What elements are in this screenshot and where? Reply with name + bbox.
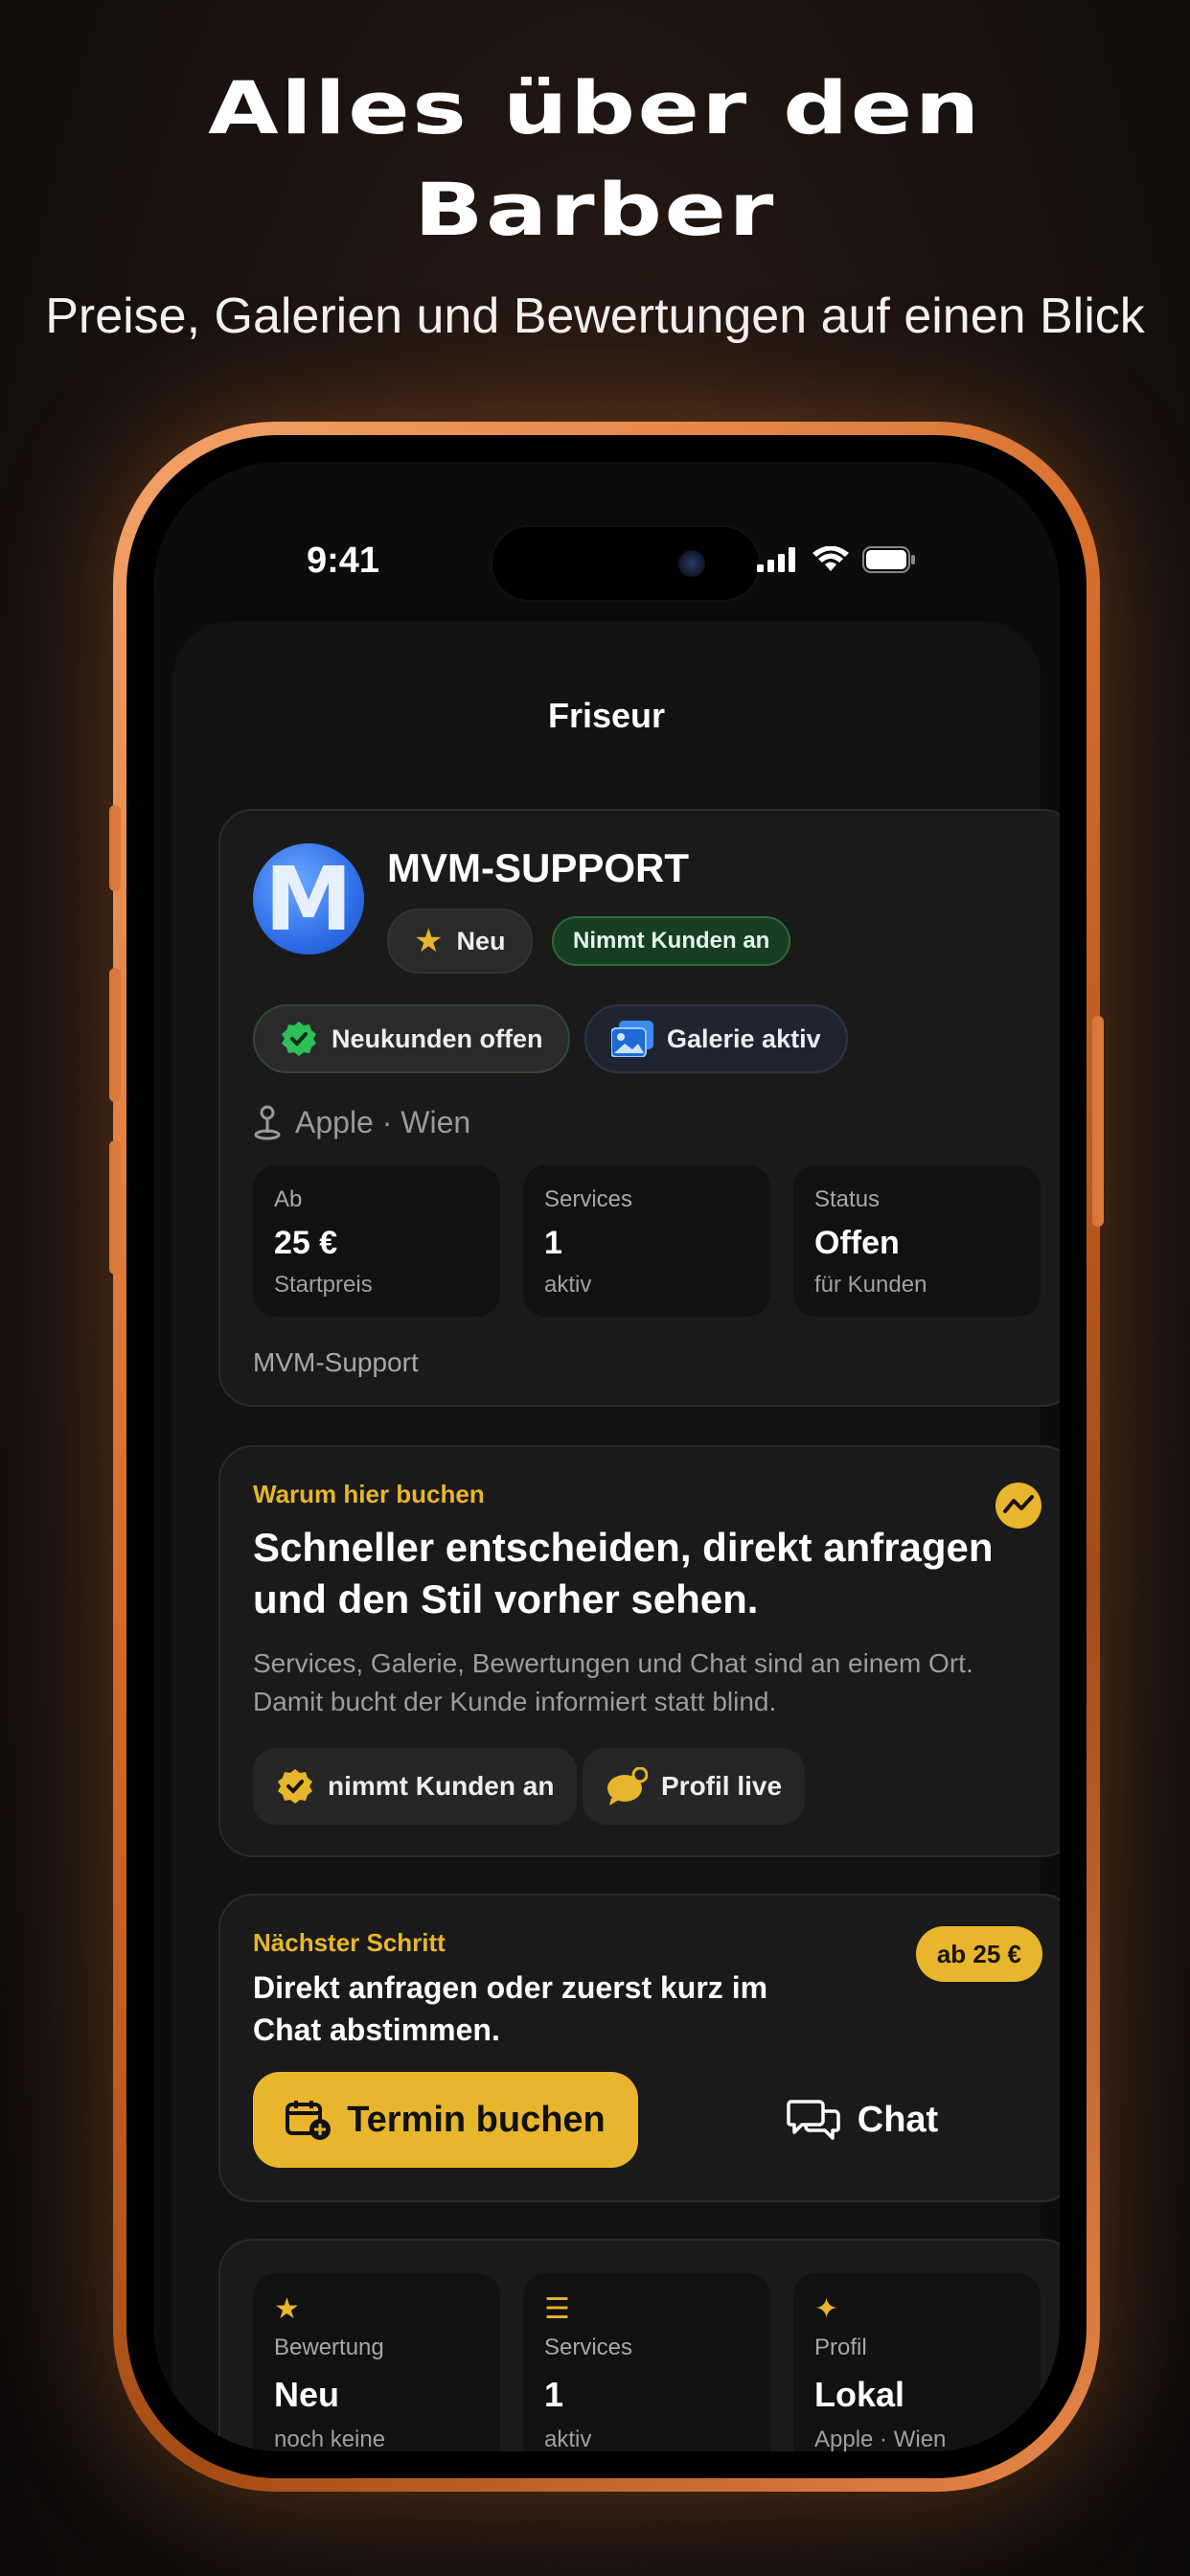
summary-value: 1 [544, 2375, 564, 2414]
summary-rating: ★ Bewertung Neu noch keine [253, 2273, 500, 2451]
stat-value: 25 € [274, 1225, 338, 1261]
rating-chip-label: Neu [456, 926, 506, 955]
rating-chip: ★ Neu [387, 908, 533, 974]
barber-name: MVM-SUPPORT [387, 845, 689, 890]
list-icon: ☰ [544, 2293, 570, 2325]
wifi-icon [812, 546, 849, 571]
stat-status: Status Offen für Kunden [793, 1165, 1041, 1317]
phone-frame: 9:41 Friseur M MVM-SUPPORT ★ Neu Nimmt K… [109, 422, 1104, 2492]
next-step-card: Nächster Schritt ab 25 € Direkt anfragen… [218, 1894, 1060, 2202]
summary-label: Services [544, 2334, 633, 2360]
chip-new-customers[interactable]: Neukunden offen [253, 1004, 570, 1073]
dynamic-island [491, 525, 761, 602]
chat-icon [787, 2100, 840, 2140]
verified-badge-icon [278, 1769, 312, 1804]
hero-title-line1: Alles über den [208, 65, 982, 150]
summary-services: ☰ Services 1 aktiv [523, 2273, 770, 2451]
location-pin-icon [254, 1105, 281, 1140]
signal-icon [757, 547, 795, 572]
stat-sub: Startpreis [274, 1272, 373, 1298]
pill-live-label: Profil live [661, 1771, 783, 1801]
summary-label: Profil [814, 2334, 867, 2360]
why-card: Warum hier buchen Schneller entscheiden,… [218, 1445, 1060, 1857]
verified-check-icon [282, 1022, 316, 1056]
summary-label: Bewertung [274, 2334, 384, 2360]
book-appointment-label: Termin buchen [347, 2099, 606, 2140]
summary-sub: Apple · Wien [814, 2426, 947, 2451]
hero-title: Alles über den Barber [0, 58, 1190, 261]
hero-title-line2: Barber [414, 167, 776, 252]
stat-sub: für Kunden [814, 1272, 927, 1298]
sparkle-icon: ✦ [814, 2293, 839, 2325]
calendar-add-icon [286, 2101, 332, 2140]
chat-bubble-icon [607, 1767, 648, 1806]
stat-sub: aktiv [544, 1272, 592, 1298]
battery-icon [862, 546, 915, 573]
profile-card: M MVM-SUPPORT ★ Neu Nimmt Kunden an Neuk… [218, 809, 1060, 1407]
chat-button[interactable]: Chat [719, 2072, 1006, 2168]
chip-gallery[interactable]: Galerie aktiv [584, 1004, 848, 1073]
stat-value: Offen [814, 1225, 900, 1261]
status-time: 9:41 [307, 540, 380, 581]
star-icon: ★ [414, 923, 444, 959]
stat-label: Status [814, 1186, 881, 1212]
summary-value: Neu [274, 2375, 340, 2414]
screen: 9:41 Friseur M MVM-SUPPORT ★ Neu Nimmt K… [153, 462, 1060, 2451]
pill-accepting-label: nimmt Kunden an [328, 1771, 555, 1801]
stat-services: Services 1 aktiv [523, 1165, 770, 1317]
chat-label: Chat [857, 2099, 939, 2140]
action-button [109, 805, 121, 891]
price-badge: ab 25 € [915, 1926, 1042, 1982]
why-headline: Schneller entscheiden, direkt anfragen u… [253, 1525, 994, 1622]
avatar[interactable]: M [253, 843, 364, 954]
why-eyebrow: Warum hier buchen [253, 1480, 485, 1508]
summary-sub: noch keine [274, 2426, 386, 2451]
summary-sub: aktiv [544, 2426, 592, 2451]
stat-start-price: Ab 25 € Startpreis [253, 1165, 500, 1317]
gallery-icon [611, 1021, 653, 1057]
stat-value: 1 [544, 1225, 562, 1261]
volume-up-button [109, 968, 121, 1102]
next-eyebrow: Nächster Schritt [253, 1928, 446, 1957]
profile-footer: MVM-Support [253, 1347, 419, 1377]
next-text: Direkt anfragen oder zuerst kurz im Chat… [253, 1970, 768, 2047]
hero-subtitle: Preise, Galerien und Bewertungen auf ein… [45, 288, 1145, 344]
book-appointment-button[interactable]: Termin buchen [253, 2072, 638, 2168]
why-body: Services, Galerie, Bewertungen und Chat … [253, 1648, 973, 1716]
volume-down-button [109, 1140, 121, 1275]
location-label: Apple · Wien [295, 1104, 471, 1139]
chip-new-customers-label: Neukunden offen [332, 1024, 543, 1053]
stat-label: Ab [274, 1186, 303, 1212]
summary-value: Lokal [814, 2375, 905, 2414]
pill-live: Profil live [583, 1748, 806, 1825]
stat-label: Services [544, 1186, 633, 1212]
nav-title: Friseur [547, 696, 666, 735]
power-button [1092, 1016, 1104, 1227]
status-icons [757, 546, 916, 573]
chip-gallery-label: Galerie aktiv [667, 1024, 821, 1053]
status-badge: Nimmt Kunden an [552, 916, 791, 966]
pill-accepting: nimmt Kunden an [253, 1748, 578, 1825]
camera-icon [678, 550, 705, 577]
star-icon: ★ [274, 2293, 300, 2325]
summary-profile: ✦ Profil Lokal Apple · Wien [793, 2273, 1041, 2451]
location: Apple · Wien [253, 1104, 470, 1140]
summary-card: ★ Bewertung Neu noch keine ☰ Services 1 … [218, 2239, 1060, 2451]
content-sheet: Friseur M MVM-SUPPORT ★ Neu Nimmt Kunden… [172, 621, 1060, 2451]
